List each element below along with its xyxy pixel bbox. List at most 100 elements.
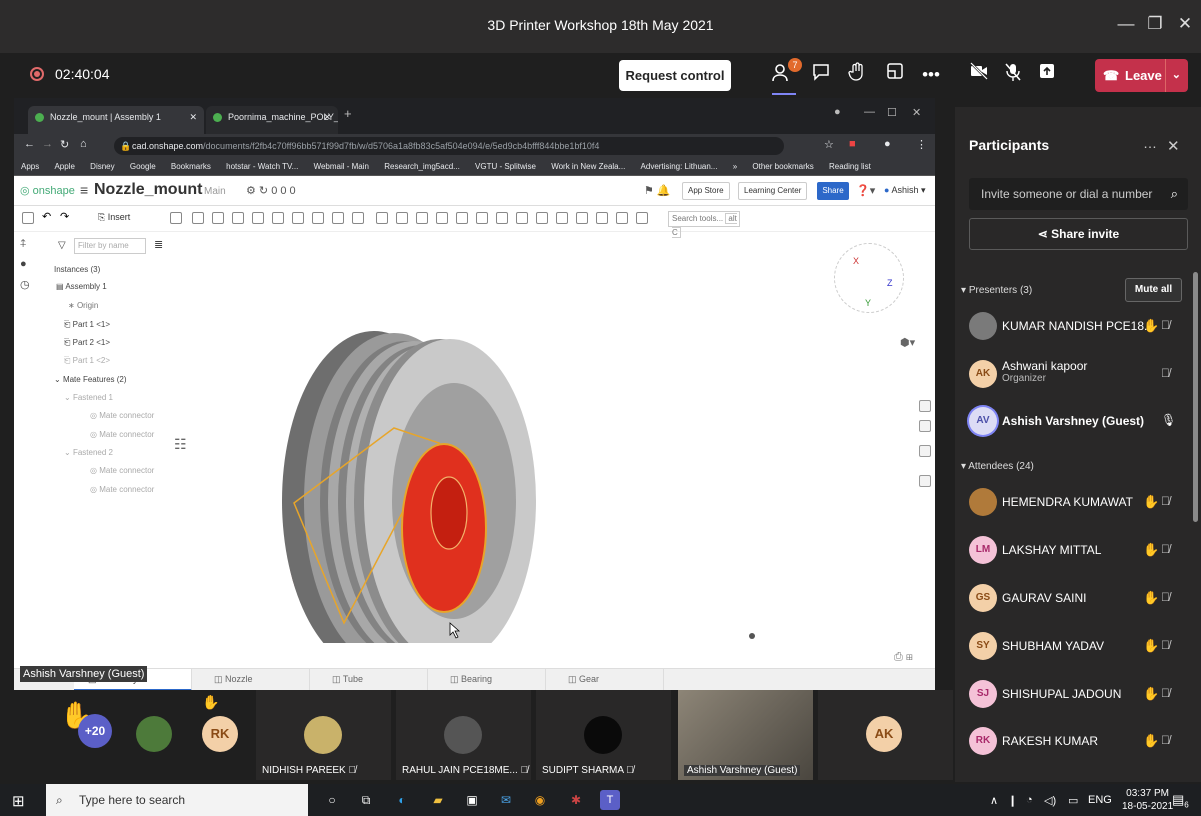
tool-icon[interactable]	[292, 212, 304, 224]
bookmark-item[interactable]: Other bookmarks	[752, 162, 813, 171]
bookmark-item[interactable]: Reading list	[829, 162, 871, 171]
viewport-tools-icon[interactable]: ⎙ ⊞	[894, 651, 913, 664]
share-tray-icon[interactable]	[1034, 62, 1060, 88]
tool-icon[interactable]	[272, 212, 284, 224]
tree-item-origin[interactable]: ∗ Origin	[68, 301, 98, 310]
bookmark-item[interactable]: Disney	[90, 162, 114, 171]
bookmark-item[interactable]: Work in New Zeala...	[551, 162, 625, 171]
reload-icon[interactable]: ↻	[60, 138, 69, 151]
help-icon[interactable]: ❓▾	[856, 184, 875, 197]
file-explorer-icon[interactable]: ▰	[428, 790, 448, 810]
participant-row[interactable]: RK RAKESH KUMAR ✋ 🎙̸	[969, 724, 1191, 760]
tree-item-part[interactable]: ⎗ Part 2 <1>	[64, 338, 110, 348]
tool-icon[interactable]	[436, 212, 448, 224]
mail-icon[interactable]: ✉	[496, 790, 516, 810]
right-tool-icon[interactable]	[919, 420, 931, 432]
tree-item-part[interactable]: ⎗ Part 1 <2>	[64, 356, 110, 366]
close-tab-icon[interactable]: ✕	[189, 106, 197, 128]
tab-tube[interactable]: ◫ Tube	[318, 669, 428, 690]
tree-item-mate-connector[interactable]: ◎ Mate connector	[90, 485, 154, 494]
back-icon[interactable]: ←	[24, 138, 35, 150]
notifications-icon[interactable]: ▤6	[1172, 792, 1189, 810]
video-tile[interactable]: AK	[818, 690, 953, 780]
browser-menu-icon[interactable]: ⋮	[916, 138, 927, 151]
app-icon[interactable]: ✱	[566, 790, 586, 810]
tool-icon[interactable]	[252, 212, 264, 224]
tool-icon[interactable]	[616, 212, 628, 224]
tool-icon[interactable]	[376, 212, 388, 224]
browser-minimize-icon[interactable]: —	[864, 106, 875, 118]
share-invite-button[interactable]: ⋖ Share invite	[969, 218, 1188, 250]
taskbar-search-input[interactable]: ⌕ Type here to search	[46, 784, 308, 816]
tool-icon[interactable]	[556, 212, 568, 224]
close-panel-icon[interactable]: ✕	[1167, 137, 1180, 155]
search-tools-input[interactable]: Search tools... alt C	[668, 211, 740, 238]
tool-icon[interactable]	[312, 212, 324, 224]
battery-icon[interactable]: ▭	[1068, 794, 1078, 807]
tool-icon[interactable]	[332, 212, 344, 224]
notifications-icon[interactable]: ⚑ 🔔	[644, 184, 671, 197]
right-tool-icon[interactable]	[919, 475, 931, 487]
redo-icon[interactable]: ↷	[60, 210, 72, 223]
browser-tab[interactable]: Nozzle_mount | Assembly 1 ✕	[28, 106, 204, 134]
tool-icon[interactable]	[476, 212, 488, 224]
undo-icon[interactable]: ↶	[42, 210, 54, 223]
tool-icon[interactable]	[416, 212, 428, 224]
tab-gear[interactable]: ◫ Gear	[554, 669, 664, 690]
bookmark-item[interactable]: Webmail - Main	[314, 162, 369, 171]
mute-all-button[interactable]: Mute all	[1125, 278, 1182, 302]
tree-item-fastened[interactable]: ⌄ Fastened 1	[64, 393, 113, 402]
bookmark-item[interactable]: »	[733, 162, 737, 171]
wifi-icon[interactable]: ◔	[1026, 794, 1033, 806]
user-menu[interactable]: ● Ashish ▾	[884, 185, 926, 196]
insert-button[interactable]: ⎘ Insert	[98, 212, 130, 223]
bookmark-item[interactable]: Apps	[21, 162, 39, 171]
new-tab-icon[interactable]: +	[344, 106, 352, 121]
bookmark-item[interactable]: Research_img5acd...	[384, 162, 460, 171]
tree-item-assembly[interactable]: ▤ Assembly 1	[56, 282, 107, 291]
participant-row[interactable]: AK Ashwani kapoor Organizer 🎙̸	[969, 357, 1191, 393]
tree-item-mate-connector[interactable]: ◎ Mate connector	[90, 411, 154, 420]
bookmark-item[interactable]: Advertising: Lithuan...	[641, 162, 718, 171]
chrome-icon[interactable]: ◉	[530, 790, 550, 810]
raise-hand-icon[interactable]	[844, 62, 870, 88]
comments-icon[interactable]: ●	[20, 258, 27, 270]
tool-icon[interactable]	[536, 212, 548, 224]
tree-toggle-icon[interactable]: ☷	[174, 436, 187, 453]
bookmark-item[interactable]: Bookmarks	[171, 162, 211, 171]
task-view-icon[interactable]: ⧉	[356, 790, 376, 810]
profile-avatar-icon[interactable]: ●	[884, 138, 891, 150]
app-store-button[interactable]: App Store	[682, 182, 730, 200]
cortana-icon[interactable]: ○	[322, 790, 342, 810]
tool-icon[interactable]	[396, 212, 408, 224]
more-options-icon[interactable]: …	[1143, 135, 1157, 151]
tool-icon[interactable]	[212, 212, 224, 224]
chat-icon[interactable]	[808, 62, 834, 88]
participant-row[interactable]: GS GAURAV SAINI ✋ 🎙̸	[969, 581, 1191, 617]
tab-nozzle[interactable]: ◫ Nozzle	[200, 669, 310, 690]
home-icon[interactable]: ⌂	[80, 138, 87, 150]
bookmark-item[interactable]: hotstar - Watch TV...	[226, 162, 298, 171]
video-tile[interactable]	[130, 690, 182, 780]
participant-row[interactable]: SJ SHISHUPAL JADOUN ✋ 🎙̸	[969, 677, 1191, 713]
close-window-icon[interactable]: ✕	[1173, 12, 1197, 36]
list-view-icon[interactable]: ≣	[154, 238, 163, 251]
tray-overflow-icon[interactable]: ∧	[990, 794, 998, 807]
filter-icon[interactable]: ▽	[58, 240, 66, 251]
participant-row[interactable]: HEMENDRA KUMAWAT ✋ 🎙̸	[969, 485, 1191, 521]
hamburger-menu-icon[interactable]: ≡	[80, 182, 88, 198]
more-actions-icon[interactable]: •••	[918, 62, 944, 88]
tree-item-fastened[interactable]: ⌄ Fastened 2	[64, 448, 113, 457]
tool-icon[interactable]	[516, 212, 528, 224]
participant-row[interactable]: SY SHUBHAM YADAV ✋ 🎙̸	[969, 629, 1191, 665]
leave-button[interactable]: ☎ Leave ⌄	[1095, 59, 1188, 92]
mate-tool-icon[interactable]: ⍏	[20, 238, 27, 251]
tool-icon[interactable]	[192, 212, 204, 224]
tool-icon[interactable]	[456, 212, 468, 224]
url-input[interactable]: 🔒 cad.onshape.com/documents/f2fb4c70ff96…	[114, 137, 784, 155]
participant-row[interactable]: LM LAKSHAY MITTAL ✋ 🎙̸	[969, 533, 1191, 569]
3d-model-viewport[interactable]	[254, 323, 574, 643]
profile-dot-icon[interactable]: ●	[834, 106, 841, 118]
tray-pen-icon[interactable]: ❙	[1008, 794, 1017, 807]
tool-icon[interactable]	[636, 212, 648, 224]
